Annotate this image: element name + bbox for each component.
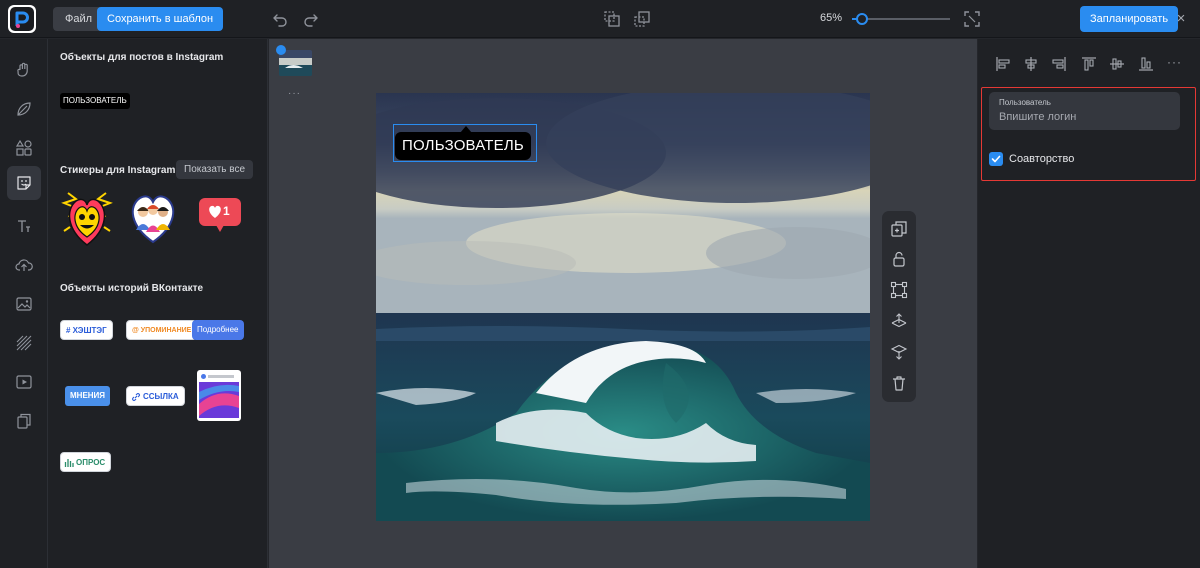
app-logo[interactable] [8, 5, 36, 33]
crop-icon[interactable] [603, 10, 621, 28]
slide-more-icon[interactable]: ··· [288, 88, 301, 99]
vk-poll-label: ОПРОС [76, 458, 106, 467]
show-all-button[interactable]: Показать все [176, 160, 254, 179]
hand-icon[interactable] [7, 53, 41, 87]
shapes-icon[interactable] [7, 92, 41, 126]
trash-icon[interactable] [890, 374, 908, 392]
align-center-horizontal-icon[interactable] [1023, 56, 1039, 72]
text-icon[interactable] [7, 209, 41, 243]
align-center-vertical-icon[interactable] [1109, 56, 1125, 72]
instagram-posts-title: Объекты для постов в Instagram [60, 52, 224, 63]
vk-link-label: ССЫЛКА [143, 392, 179, 401]
vk-post-sticker[interactable] [197, 370, 241, 421]
vk-hashtag-sticker[interactable]: # ХЭШТЭГ [60, 320, 113, 340]
like-count: 1 [223, 204, 230, 218]
align-bottom-icon[interactable] [1138, 56, 1154, 72]
zoom-slider[interactable] [852, 13, 950, 25]
top-bar: Файл Сохранить в шаблон 65% Запланироват… [0, 0, 1200, 38]
redo-icon[interactable] [302, 10, 320, 28]
schedule-button[interactable]: Запланировать [1080, 6, 1179, 32]
username-field-label: Пользователь [999, 98, 1051, 107]
save-template-button[interactable]: Сохранить в шаблон [97, 7, 224, 31]
duplicate-element-icon[interactable] [890, 220, 908, 238]
send-backward-icon[interactable] [890, 343, 908, 361]
vk-more-button-sticker[interactable]: Подробнее [192, 320, 244, 340]
canvas-user-label[interactable]: ПОЛЬЗОВАТЕЛЬ [395, 132, 531, 160]
video-icon[interactable] [7, 365, 41, 399]
heart-face-sticker[interactable] [60, 187, 114, 254]
slide-thumbnail-indicator [276, 45, 286, 55]
checkmark-icon [991, 155, 1001, 163]
resize-icon[interactable] [633, 10, 651, 28]
coauthor-checkbox[interactable] [989, 152, 1003, 166]
align-top-icon[interactable] [1081, 56, 1097, 72]
upload-icon[interactable] [7, 248, 41, 282]
undo-icon[interactable] [271, 10, 289, 28]
user-sticker[interactable]: ПОЛЬЗОВАТЕЛЬ [60, 93, 130, 109]
element-toolbar [882, 211, 916, 402]
instagram-stickers-title: Стикеры для Instagram [60, 165, 176, 176]
image-icon[interactable] [7, 287, 41, 321]
properties-panel: ··· Пользователь Соавторство [978, 39, 1200, 568]
stickers-panel: Объекты для постов в Instagram ПОЛЬЗОВАТ… [48, 39, 268, 568]
vk-mention-sticker[interactable]: @ УПОМИНАНИЕ [126, 320, 198, 340]
bring-forward-icon[interactable] [890, 312, 908, 330]
align-right-icon[interactable] [1051, 56, 1067, 72]
logo-icon [10, 7, 34, 31]
canvas-area: ··· ПОЛЬЗОВАТЕЛЬ [269, 39, 977, 568]
zoom-slider-handle[interactable] [855, 13, 868, 25]
close-icon[interactable]: × [1172, 10, 1190, 28]
stickers-icon[interactable] [7, 166, 41, 200]
poll-icon [64, 459, 74, 467]
fullscreen-icon[interactable] [963, 10, 981, 28]
align-left-icon[interactable] [995, 56, 1011, 72]
username-input[interactable] [999, 110, 1169, 124]
duplicate-icon[interactable] [7, 404, 41, 438]
link-icon [132, 393, 140, 401]
texture-icon[interactable] [7, 326, 41, 360]
friends-heart-sticker[interactable] [126, 192, 180, 249]
coauthor-label[interactable]: Соавторство [1009, 153, 1074, 165]
vk-link-sticker[interactable]: ССЫЛКА [126, 386, 185, 406]
transform-icon[interactable] [890, 281, 908, 299]
tool-rail [0, 39, 48, 568]
vk-poll-sticker[interactable]: ОПРОС [60, 452, 112, 472]
more-options-icon[interactable]: ··· [1167, 54, 1183, 70]
lock-icon[interactable] [890, 250, 908, 268]
vk-opinions-sticker[interactable]: МНЕНИЯ [65, 386, 111, 406]
elements-icon[interactable] [7, 131, 41, 165]
vk-stories-title: Объекты историй ВКонтакте [60, 283, 204, 294]
zoom-level: 65% [820, 12, 843, 24]
username-field[interactable]: Пользователь [989, 92, 1180, 130]
